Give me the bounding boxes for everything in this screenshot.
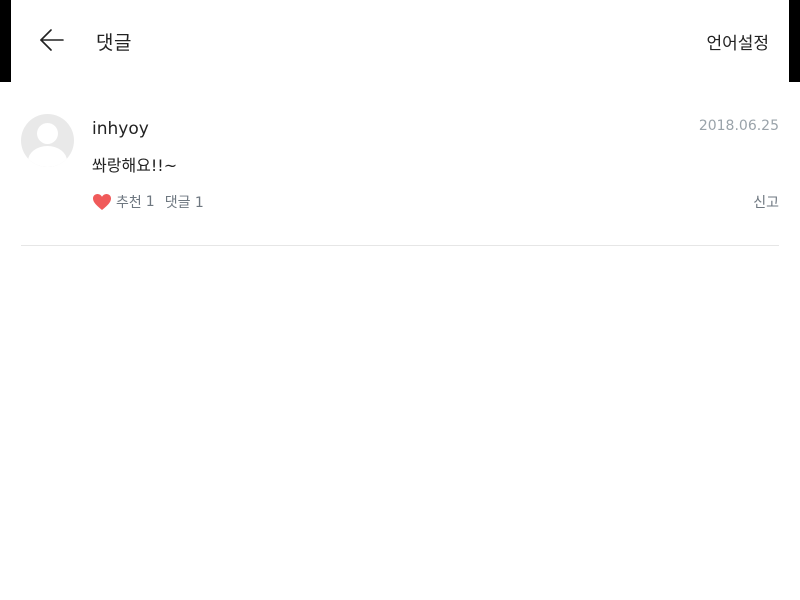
arrow-left-icon bbox=[40, 29, 64, 51]
avatar[interactable] bbox=[21, 114, 74, 167]
comment-username[interactable]: inhyoy bbox=[92, 119, 149, 139]
reply-button[interactable]: 댓글 1 bbox=[165, 192, 204, 212]
comment-item: inhyoy 2018.06.25 쏴랑해요!!~ 추천 1 댓글 1 신고 bbox=[21, 114, 779, 246]
like-button[interactable]: 추천 1 bbox=[92, 192, 155, 212]
comment-date: 2018.06.25 bbox=[698, 118, 779, 134]
comment-actions: 추천 1 댓글 1 bbox=[92, 192, 204, 212]
back-button[interactable] bbox=[37, 26, 67, 54]
comment-text: 쏴랑해요!!~ bbox=[92, 156, 178, 175]
avatar-head-shape bbox=[37, 123, 58, 144]
top-header: 댓글 언어설정 bbox=[11, 0, 789, 82]
like-label: 추천 bbox=[116, 195, 142, 211]
heart-icon bbox=[93, 194, 111, 210]
avatar-body-shape bbox=[28, 146, 67, 167]
right-frame-bar bbox=[789, 0, 800, 82]
language-settings-button[interactable]: 언어설정 bbox=[706, 29, 769, 54]
reply-label: 댓글 bbox=[164, 195, 191, 211]
left-frame-bar bbox=[0, 0, 11, 82]
page-title: 댓글 bbox=[96, 32, 132, 54]
like-count: 1 bbox=[145, 194, 155, 210]
report-button[interactable]: 신고 bbox=[753, 192, 779, 212]
reply-count: 1 bbox=[194, 195, 204, 211]
